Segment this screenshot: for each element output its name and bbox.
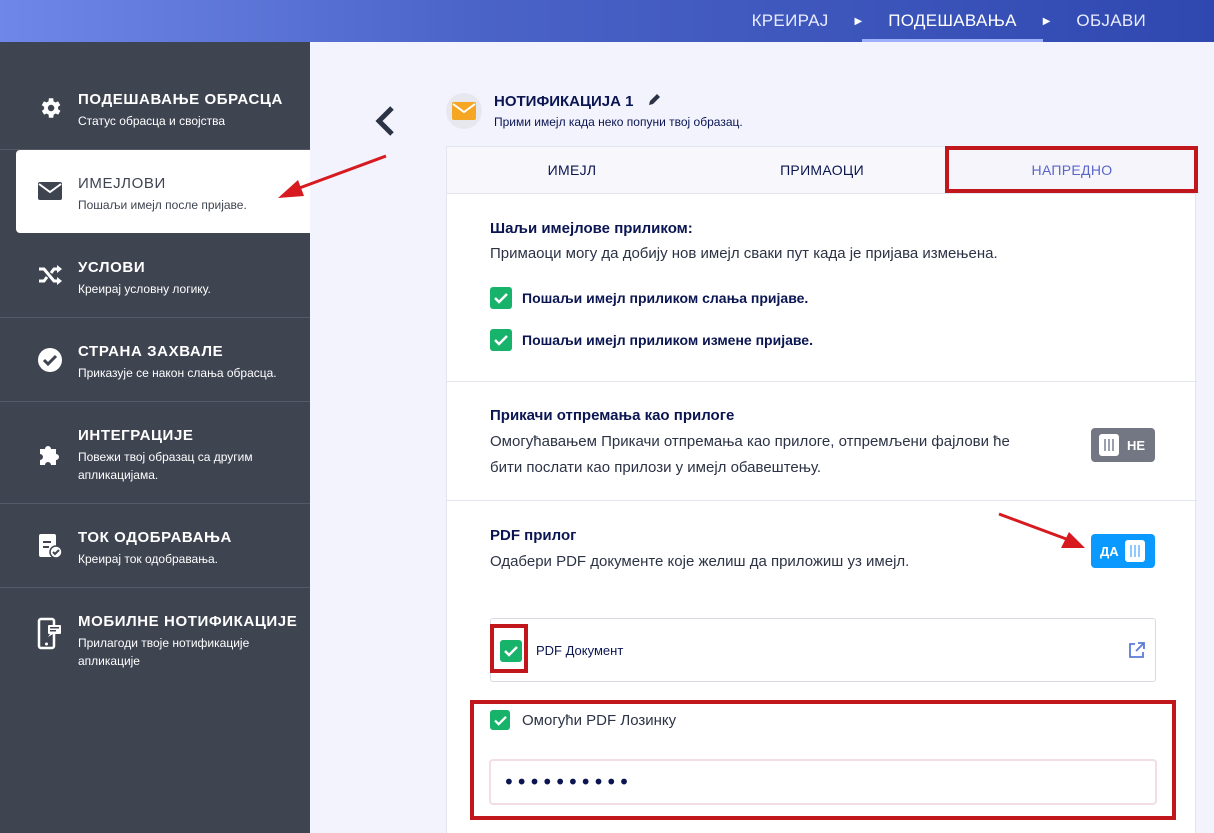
pdf-attachment-title: PDF прилог (490, 527, 577, 544)
sidebar-item-title: МОБИЛНЕ НОТИФИКАЦИЈЕ (78, 613, 298, 630)
tab-email[interactable]: ИМЕЈЛ (447, 147, 697, 193)
divider (447, 500, 1197, 501)
top-nav: КРЕИРАЈ ▶ ПОДЕШАВАЊА ▶ ОБЈАВИ (726, 0, 1214, 42)
notification-avatar (446, 93, 482, 129)
toggle-label: ДА (1100, 543, 1119, 559)
send-on-submit-checkbox[interactable] (490, 287, 512, 309)
approval-icon (36, 532, 64, 560)
puzzle-icon (36, 440, 64, 468)
pdf-document-row: PDF Документ (490, 618, 1156, 682)
sidebar-item-desc: Статус обрасца и својства (78, 114, 226, 128)
highlight-pdf-checkbox (490, 624, 528, 673)
check-icon (494, 335, 508, 346)
annotation-arrow-emails (278, 154, 387, 198)
attach-uploads-title: Прикачи отпремања као прилоге (490, 407, 735, 424)
send-on-submit-label: Пошаљи имејл приликом слања пријаве. (522, 290, 809, 306)
sidebar-item-desc: Креирај условну логику. (78, 282, 211, 296)
sidebar-item-integrations[interactable]: ИНТЕГРАЦИЈЕ Повежи твој образац са други… (0, 402, 310, 504)
pdf-document-label: PDF Документ (536, 643, 624, 658)
chevron-right-icon: ▶ (854, 15, 863, 27)
sidebar-item-thank-you[interactable]: СТРАНА ЗАХВАЛЕ Приказује се након слања … (0, 318, 310, 402)
nav-settings[interactable]: ПОДЕШАВАЊА (862, 0, 1044, 42)
send-when-title: Шаљи имејлове приликом: (490, 220, 693, 237)
pdf-attachment-text: Одабери PDF документе које желиш да прил… (490, 553, 910, 570)
chevron-left-icon (375, 106, 394, 136)
notification-title: НОТИФИКАЦИЈА 1 (494, 93, 634, 110)
envelope-icon (36, 177, 64, 205)
sidebar-item-title: УСЛОВИ (78, 259, 146, 276)
shuffle-icon (36, 261, 64, 289)
send-on-edit-checkbox[interactable] (490, 329, 512, 351)
check-circle-icon (36, 346, 64, 374)
nav-create[interactable]: КРЕИРАЈ (726, 0, 855, 42)
top-bar: КРЕИРАЈ ▶ ПОДЕШАВАЊА ▶ ОБЈАВИ (0, 0, 1214, 42)
pencil-icon (649, 94, 660, 105)
sidebar-item-desc: Приказује се након слања обрасца. (78, 366, 277, 380)
sidebar-item-approval-flow[interactable]: ТОК ОДОБРАВАЊА Креирај ток одобравања. (0, 504, 310, 588)
sidebar-item-conditions[interactable]: УСЛОВИ Креирај условну логику. (0, 233, 310, 318)
nav-publish[interactable]: ОБЈАВИ (1050, 0, 1214, 42)
edit-title-button[interactable] (648, 92, 664, 108)
sidebar-item-title: СТРАНА ЗАХВАЛЕ (78, 343, 224, 360)
back-button[interactable] (372, 104, 398, 138)
chevron-right-icon: ▶ (1042, 15, 1051, 27)
mobile-icon (36, 617, 64, 650)
tab-recipients[interactable]: ПРИМАОЦИ (697, 147, 947, 193)
external-link-icon (1129, 642, 1145, 658)
envelope-icon (452, 102, 476, 120)
check-icon (494, 293, 508, 304)
sidebar: ПОДЕШАВАЊЕ ОБРАСЦА Статус обрасца и свој… (0, 42, 310, 833)
send-on-edit-label: Пошаљи имејл приликом измене пријаве. (522, 332, 813, 348)
send-when-text: Примаоци могу да добију нов имејл сваки … (490, 245, 998, 262)
sidebar-item-form-settings[interactable]: ПОДЕШАВАЊЕ ОБРАСЦА Статус обрасца и свој… (0, 42, 310, 150)
sidebar-item-desc: Прилагоди твоје нотификације апликације (78, 636, 250, 668)
sidebar-item-desc: Креирај ток одобравања. (78, 552, 218, 566)
attach-uploads-text-2: бити послати као прилози у имејл обавешт… (490, 459, 822, 476)
toggle-knob (1124, 540, 1145, 562)
notification-subtitle: Прими имејл када неко попуни твој образа… (494, 115, 743, 129)
highlight-pdf-password (470, 700, 1176, 820)
pdf-attachment-toggle[interactable]: ДА (1091, 534, 1155, 568)
sidebar-item-title: ПОДЕШАВАЊЕ ОБРАСЦА (78, 91, 283, 108)
divider (447, 381, 1197, 382)
gear-icon (36, 94, 64, 122)
sidebar-item-mobile-notifications[interactable]: МОБИЛНЕ НОТИФИКАЦИЈЕ Прилагоди твоје нот… (0, 588, 310, 688)
highlight-advanced-tab (945, 146, 1198, 193)
toggle-knob (1099, 434, 1119, 456)
sidebar-item-desc: Повежи твој образац са другим апликација… (78, 450, 253, 482)
toggle-label: НЕ (1127, 437, 1146, 453)
sidebar-item-title: ИНТЕГРАЦИЈЕ (78, 427, 194, 444)
sidebar-item-emails[interactable]: ИМЕЈЛОВИ Пошаљи имејл после пријаве. (16, 150, 310, 233)
attach-uploads-text-1: Омогућавањем Прикачи отпремања као прило… (490, 433, 1010, 450)
open-pdf-button[interactable] (1128, 641, 1146, 664)
attach-uploads-toggle[interactable]: НЕ (1091, 428, 1155, 462)
sidebar-item-title: ТОК ОДОБРАВАЊА (78, 529, 232, 546)
annotation-arrow-pdf-toggle (998, 512, 1085, 548)
sidebar-item-title: ИМЕЈЛОВИ (78, 175, 166, 192)
